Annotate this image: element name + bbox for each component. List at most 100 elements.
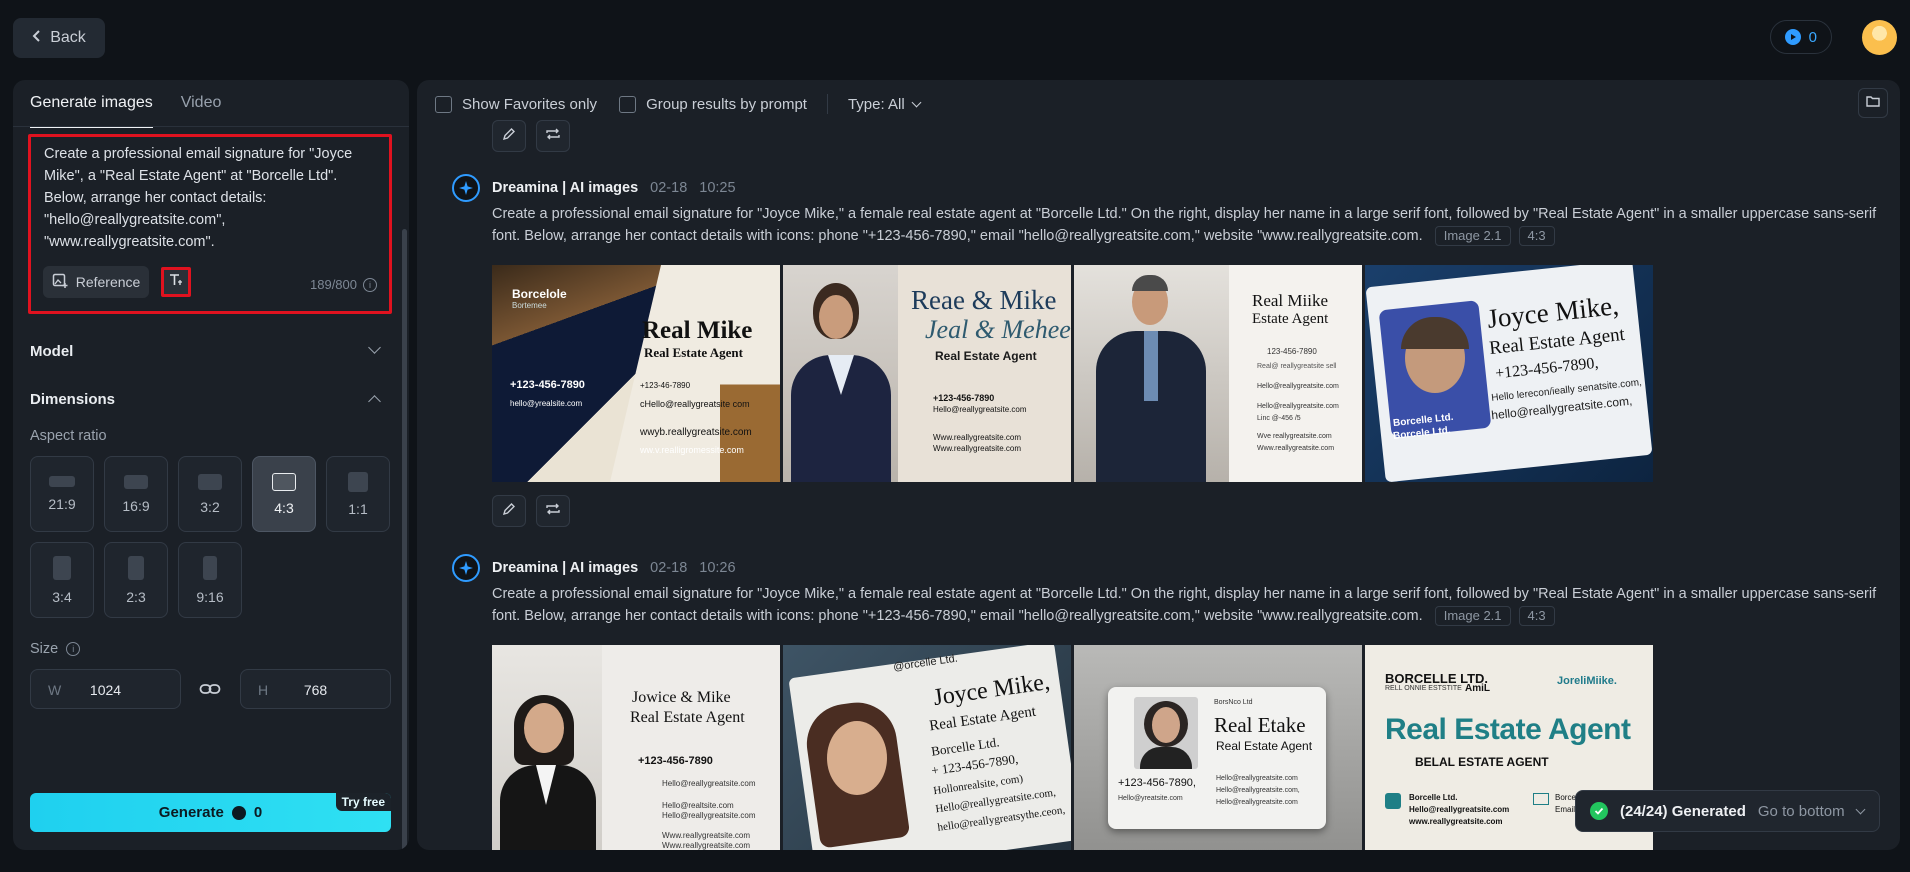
card-line: Linc @-456 /5: [1257, 415, 1301, 422]
chevron-down-icon[interactable]: [368, 341, 381, 354]
height-field[interactable]: H 768: [240, 669, 391, 709]
generated-image[interactable]: Jowice & Mike Real Estate Agent +123-456…: [492, 645, 780, 850]
ratio-label: 4:3: [274, 499, 294, 516]
ratio-label: 1:1: [348, 500, 368, 517]
card-top: BorsNco Ltd: [1214, 699, 1253, 706]
check-icon: [1590, 802, 1608, 820]
avatar[interactable]: [1862, 20, 1897, 55]
ratio-tag: 4:3: [1518, 606, 1555, 626]
card-line: Hello@realtsite.com: [662, 801, 734, 810]
generated-image[interactable]: Reae & Mike Jeal & Mehee Real Estate Age…: [783, 265, 1071, 482]
card-title: Real Estate Agent: [935, 349, 1037, 363]
card-title: Real Estate Agent: [1385, 713, 1631, 746]
card-name: Jowice & Mike: [632, 689, 731, 706]
card-phone: +123-456-7890,: [1118, 777, 1196, 789]
credits-badge[interactable]: 0: [1769, 20, 1832, 54]
generated-image[interactable]: @orcelle Ltd. Joyce Mike, Real Estate Ag…: [783, 645, 1071, 850]
ratio-option-4-3[interactable]: 4:3: [252, 456, 316, 532]
chevron-down-icon[interactable]: [911, 97, 922, 107]
card-script: Jeal & Mehee: [925, 315, 1071, 344]
ratio-option-2-3[interactable]: 2:3: [104, 542, 168, 618]
prompt-text[interactable]: Create a professional email signature fo…: [44, 143, 374, 253]
model-tag: Image 2.1: [1434, 606, 1511, 626]
divider: [826, 94, 828, 114]
chevron-down-icon[interactable]: [1855, 804, 1866, 814]
text-icon: [168, 272, 184, 293]
ratio-option-9-16[interactable]: 9:16: [178, 542, 242, 618]
width-field[interactable]: W 1024: [30, 669, 181, 709]
ratio-shape: [53, 555, 71, 580]
generation-prompt[interactable]: Create a professional email signature fo…: [492, 583, 1882, 627]
ratio-label: 2:3: [126, 588, 146, 605]
info-icon[interactable]: i: [66, 642, 81, 656]
edit-button[interactable]: [492, 120, 526, 152]
chevron-up-icon[interactable]: [368, 395, 381, 408]
generation-author: Dreamina | AI images: [492, 180, 639, 196]
card-line: Real@ reallygreatsite sell: [1257, 363, 1337, 370]
dimensions-section-title[interactable]: Dimensions: [30, 391, 115, 408]
reference-button[interactable]: Reference: [43, 266, 149, 298]
ratio-shape: [203, 555, 217, 580]
generation-status-toast[interactable]: (24/24) Generated Go to bottom: [1575, 790, 1880, 832]
ratio-shape: [272, 472, 296, 491]
card-right-brand: JoreliMiike.: [1557, 675, 1617, 687]
card-name: Real Etake: [1214, 713, 1306, 737]
generation-time: 10:25: [699, 180, 736, 196]
ratio-option-21-9[interactable]: 21:9: [30, 456, 94, 532]
filter-bar: Show Favorites only Group results by pro…: [435, 94, 922, 114]
regenerate-button[interactable]: [536, 120, 570, 152]
card-name: Real Miike: [1252, 291, 1329, 310]
back-button[interactable]: Back: [13, 18, 105, 58]
generation-prompt[interactable]: Create a professional email signature fo…: [492, 203, 1882, 247]
prompt-input[interactable]: Create a professional email signature fo…: [28, 134, 392, 314]
text-style-button[interactable]: [161, 267, 191, 297]
generate-button[interactable]: Generate 0 Try free: [30, 793, 391, 832]
card-line: Www.reallygreatsite.com: [662, 831, 751, 840]
credits-count: 0: [1808, 28, 1817, 46]
card-title: Real Estate Agent: [630, 709, 745, 726]
dreamina-logo-icon: [452, 554, 480, 582]
generated-image[interactable]: Joyce Mike, Real Estate Agent +123-456-7…: [1365, 265, 1653, 482]
ratio-option-3-4[interactable]: 3:4: [30, 542, 94, 618]
card-web-2: Www.reallygreatsite.com: [933, 444, 1022, 453]
reference-label: Reference: [75, 274, 141, 290]
card-phone: +123-456-7890: [510, 379, 585, 391]
go-to-bottom-link[interactable]: Go to bottom: [1758, 803, 1845, 820]
card-phone: +123-456-7890: [638, 755, 713, 767]
show-favorites-label[interactable]: Show Favorites only: [462, 96, 597, 113]
regenerate-button[interactable]: [536, 495, 570, 527]
link-icon[interactable]: [199, 680, 221, 703]
card-title: Estate Agent: [1252, 311, 1329, 327]
group-checkbox[interactable]: [619, 95, 637, 113]
generated-image[interactable]: BorsNco Ltd Real Etake Real Estate Agent…: [1074, 645, 1362, 850]
card-web: wwyb.reallygreatsite.com: [640, 427, 752, 438]
generation-prompt-text: Create a professional email signature fo…: [492, 586, 1877, 624]
status-text: (24/24) Generated: [1620, 802, 1746, 820]
generated-image[interactable]: Borcelole Bortemee Real Mike Real Estate…: [492, 265, 780, 482]
type-filter[interactable]: Type: All: [848, 96, 905, 113]
generation-time: 10:26: [699, 560, 736, 576]
aspect-ratio-label: Aspect ratio: [30, 428, 107, 444]
ratio-label: 21:9: [48, 496, 76, 512]
tab-generate-images[interactable]: Generate images: [30, 94, 153, 128]
model-section-title[interactable]: Model: [30, 343, 73, 360]
ratio-option-3-2[interactable]: 3:2: [178, 456, 242, 532]
tab-video[interactable]: Video: [181, 94, 222, 128]
folder-button[interactable]: [1858, 88, 1888, 118]
group-results-label[interactable]: Group results by prompt: [646, 96, 807, 113]
ratio-option-1-1[interactable]: 1:1: [326, 456, 390, 532]
card-phone: +123-456-7890: [933, 393, 995, 403]
width-value[interactable]: 1024: [31, 682, 180, 698]
repeat-icon: [545, 502, 561, 521]
favorites-checkbox[interactable]: [435, 95, 452, 113]
ratio-option-16-9[interactable]: 16:9: [104, 456, 168, 532]
generation-date: 02-18: [650, 560, 688, 576]
edit-button[interactable]: [492, 495, 526, 527]
mail-icon: [1533, 793, 1549, 805]
info-icon[interactable]: i: [363, 277, 377, 292]
generated-image[interactable]: Real Miike Estate Agent 123-456-7890 Rea…: [1074, 265, 1362, 482]
scrollbar[interactable]: [402, 229, 407, 850]
card-email: Hello@reallygreatsite.com: [662, 779, 756, 788]
card-sub: BELAL ESTATE AGENT: [1415, 755, 1549, 769]
height-value[interactable]: 768: [241, 682, 390, 698]
